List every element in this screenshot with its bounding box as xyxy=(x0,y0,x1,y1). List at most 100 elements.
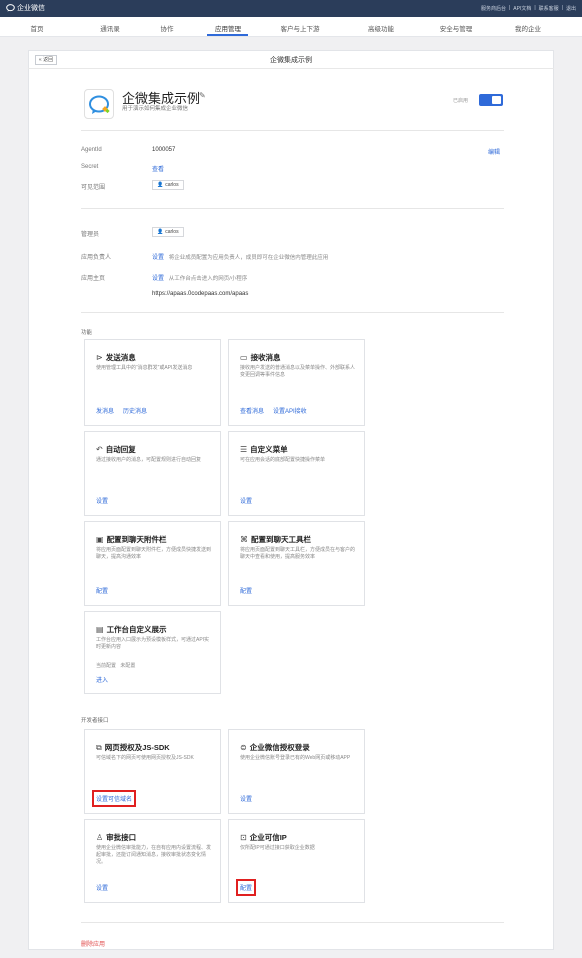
card-links: 进入 xyxy=(96,675,108,684)
nav-collaboration[interactable]: 协作 xyxy=(161,23,174,33)
view-message-link[interactable]: 查看消息 xyxy=(240,406,264,415)
message-icon: ▭ xyxy=(240,353,248,362)
nav-security[interactable]: 安全与管理 xyxy=(440,23,473,33)
divider xyxy=(81,208,504,209)
card-trusted-ip: ⊡ 企业可信IP 仅所配IP可通过接口获取企业数据 配置 xyxy=(228,819,365,903)
card-send-message: ⊳ 发送消息 使用管理工具中的“消息群发”或API发送消息 发消息 历史消息 xyxy=(84,339,221,426)
card-links: 查看消息 设置API接收 xyxy=(240,406,307,415)
card-title-text: 网页授权及JS-SDK xyxy=(104,743,170,752)
developer-section-label: 开发者接口 xyxy=(81,718,109,724)
card-title-text: 企业可信IP xyxy=(249,833,287,842)
owner-note: 将企业成员配置为应用负责人，成员即可在企业微信内管理此应用 xyxy=(168,255,329,261)
secret-label: Secret xyxy=(81,164,99,170)
current-config: 当前配置 未配置 xyxy=(96,662,135,669)
approval-set-link[interactable]: 设置 xyxy=(96,883,108,892)
card-auto-reply: ↶ 自动回复 通过接收用户的消息，可配置规则进行自动回复 设置 xyxy=(84,431,221,516)
separator: | xyxy=(534,5,536,11)
separator: | xyxy=(561,5,563,11)
card-title: ↶ 自动回复 xyxy=(96,444,136,455)
card-title: ⌘ 配置到聊天工具栏 xyxy=(240,534,311,545)
card-title: ▣ 配置到聊天附件栏 xyxy=(96,534,167,545)
trusted-ip-config-link[interactable]: 配置 xyxy=(235,879,257,896)
card-description: 通过接收用户的消息，可配置规则进行自动回复 xyxy=(96,457,202,463)
user-icon: 👤 xyxy=(157,182,164,188)
card-description: 使用管理工具中的“消息群发”或API发送消息 xyxy=(96,365,193,371)
nav-my-company[interactable]: 我的企业 xyxy=(515,23,541,33)
nav-customers[interactable]: 客户与上下游 xyxy=(281,23,320,33)
card-description: 工作台应用入口展示为预设模板样式，可通过API实时更新内容 xyxy=(96,637,210,650)
menu-icon: ☰ xyxy=(240,445,248,454)
custom-menu-set-link[interactable]: 设置 xyxy=(240,496,252,505)
home-set-link[interactable]: 设置 xyxy=(152,276,164,282)
card-title-text: 企业微信授权登录 xyxy=(249,743,310,752)
nav-home[interactable]: 首页 xyxy=(31,23,44,33)
history-message-link[interactable]: 历史消息 xyxy=(123,406,147,415)
contact-support-link[interactable]: 联系客服 xyxy=(539,5,559,12)
nav-contacts[interactable]: 通讯录 xyxy=(100,23,120,33)
nav-app-management[interactable]: 应用管理 xyxy=(215,23,241,33)
enable-toggle[interactable] xyxy=(479,94,503,106)
card-title-text: 配置到聊天工具栏 xyxy=(251,535,311,544)
current-config-value: 未配置 xyxy=(120,663,136,669)
card-title-text: 接收消息 xyxy=(250,353,281,362)
page-title: 企微集成示例 xyxy=(270,57,312,64)
header-divider xyxy=(28,68,554,69)
card-chat-toolbar: ⌘ 配置到聊天工具栏 将应用页面配置到聊天工具栏，方便成员在与客户的聊天中查看和使… xyxy=(228,521,365,606)
card-title: ☰ 自定义菜单 xyxy=(240,444,288,455)
set-api-receive-link[interactable]: 设置API接收 xyxy=(273,406,307,415)
auto-reply-set-link[interactable]: 设置 xyxy=(96,496,108,505)
card-description: 仅所配IP可通过接口获取企业数据 xyxy=(240,845,315,851)
secret-view-link[interactable]: 查看 xyxy=(152,164,164,173)
nav-advanced[interactable]: 高级功能 xyxy=(368,23,394,33)
top-bar: 企业微信 服务商后台 | API文档 | 联系客服 | 退出 xyxy=(0,0,582,17)
card-title: ⧉ 网页授权及JS-SDK xyxy=(96,742,170,753)
send-icon: ⊳ xyxy=(96,353,103,362)
edit-name-icon[interactable]: ✎ xyxy=(199,91,206,100)
owner-label: 应用负责人 xyxy=(81,255,112,261)
card-title-text: 自动回复 xyxy=(105,445,136,454)
card-description: 可信域名下的网页可使用网页授权及JS-SDK xyxy=(96,755,194,761)
attachment-icon: ▣ xyxy=(96,535,104,544)
card-title: ⊳ 发送消息 xyxy=(96,352,136,363)
owner-set-link[interactable]: 设置 xyxy=(152,255,164,261)
web-auth-icon: ⧉ xyxy=(96,742,102,752)
card-title: ♙ 审批接口 xyxy=(96,832,136,843)
edit-link[interactable]: 编辑 xyxy=(488,147,500,156)
toolbar-config-link[interactable]: 配置 xyxy=(240,586,252,595)
api-docs-link[interactable]: API文档 xyxy=(513,5,531,12)
send-message-link[interactable]: 发消息 xyxy=(96,406,114,415)
service-console-link[interactable]: 服务商后台 xyxy=(481,5,506,12)
login-set-link[interactable]: 设置 xyxy=(240,794,252,803)
card-chat-attachment: ▣ 配置到聊天附件栏 将应用页面配置到聊天附件栏，方便成员快捷发送到聊天，提高沟通… xyxy=(84,521,221,606)
set-trusted-domain-link[interactable]: 设置可信域名 xyxy=(91,790,137,807)
approval-icon: ♙ xyxy=(96,833,104,842)
logout-link[interactable]: 退出 xyxy=(566,5,576,12)
attachment-config-link[interactable]: 配置 xyxy=(96,586,108,595)
workbench-enter-link[interactable]: 进入 xyxy=(96,675,108,684)
card-approval-api: ♙ 审批接口 使用企业微信审批能力，在自有应用内设置流程、发起审批，还能订阅通知消… xyxy=(84,819,221,903)
app-logo-icon xyxy=(84,89,114,119)
features-section-label: 功能 xyxy=(81,330,93,336)
brand-name: 企业微信 xyxy=(17,5,45,12)
status-label: 已启用 xyxy=(453,98,469,104)
card-links: 发消息 历史消息 xyxy=(96,406,147,415)
card-links: 设置 xyxy=(240,496,252,505)
login-icon: ⊜ xyxy=(240,743,247,752)
card-title: ⊜ 企业微信授权登录 xyxy=(240,742,310,753)
wecom-logo-icon xyxy=(6,4,15,12)
divider xyxy=(81,130,504,131)
brand-logo[interactable]: 企业微信 xyxy=(6,3,45,13)
top-links: 服务商后台 | API文档 | 联系客服 | 退出 xyxy=(481,5,576,12)
visible-user-tag[interactable]: 👤 carlos xyxy=(152,180,184,190)
divider xyxy=(81,922,504,923)
delete-app-link[interactable]: 删除应用 xyxy=(81,939,105,948)
card-title: ⊡ 企业可信IP xyxy=(240,832,287,843)
admin-user-tag[interactable]: 👤 carlos xyxy=(152,227,184,237)
main-nav: 首页 通讯录 协作 应用管理 客户与上下游 高级功能 安全与管理 我的企业 xyxy=(0,17,582,37)
card-title-text: 工作台自定义展示 xyxy=(106,625,167,634)
card-title-text: 审批接口 xyxy=(106,833,137,842)
card-wecom-login: ⊜ 企业微信授权登录 使用企业微信账号登录已有的Web网页或移动APP 设置 xyxy=(228,729,365,814)
ip-icon: ⊡ xyxy=(240,833,247,842)
owner-row: 设置 将企业成员配置为应用负责人，成员即可在企业微信内管理此应用 xyxy=(152,252,328,261)
active-nav-indicator xyxy=(207,34,248,36)
